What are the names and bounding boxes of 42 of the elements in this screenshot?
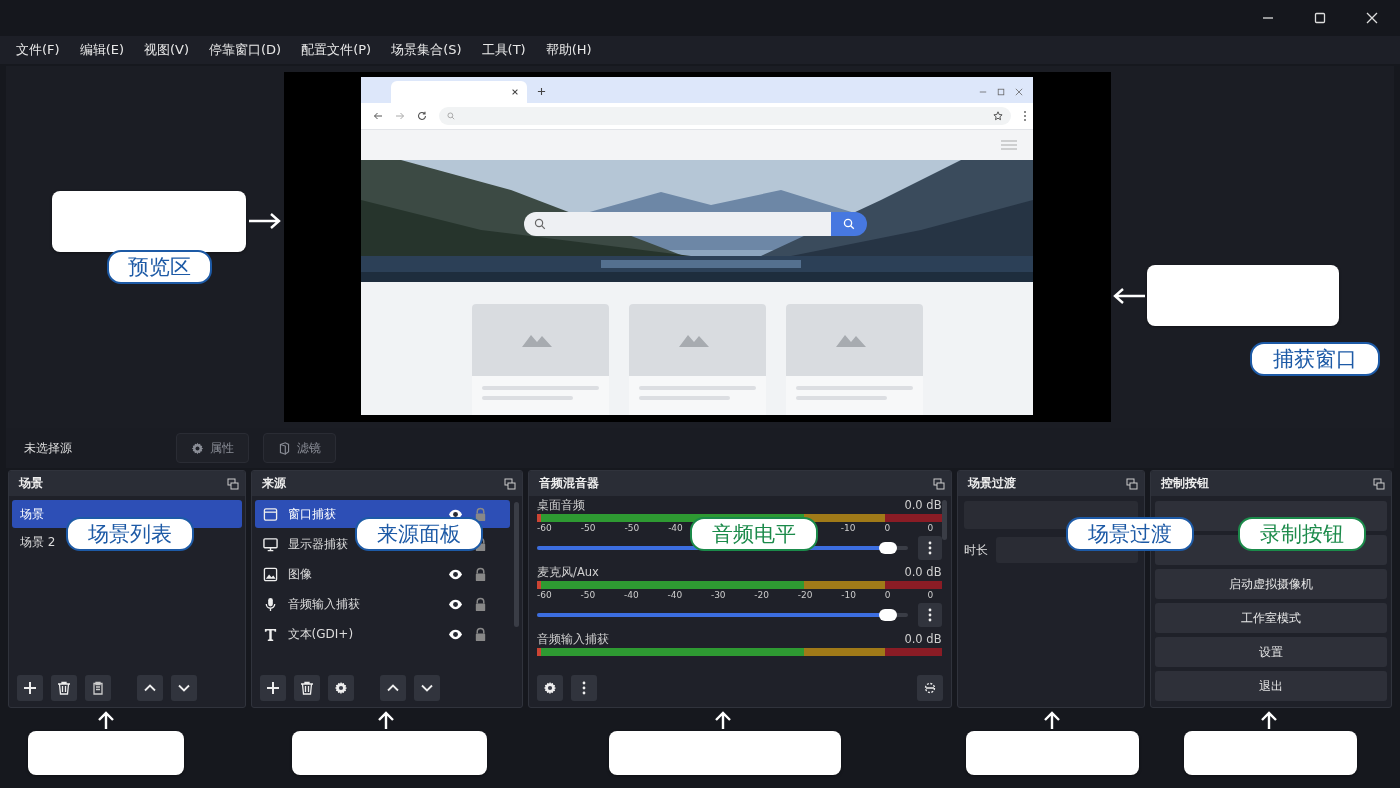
source-name: 窗口捕获 — [287, 505, 336, 523]
source-name: 文本(GDI+) — [287, 625, 354, 643]
scale-label: -10 — [840, 523, 856, 534]
channel-name: 桌面音频 — [537, 498, 585, 513]
scale-label: -50 — [624, 523, 640, 534]
scale-label: -30 — [710, 590, 726, 601]
scale-label: -20 — [754, 590, 770, 601]
scale-label: -60 — [537, 590, 552, 601]
scale-label: -40 — [668, 523, 683, 534]
panel-title: 场景过渡 — [967, 475, 1016, 492]
scale-label: 0 — [927, 590, 935, 601]
annotation-tooltip: 场景列表 — [66, 517, 194, 551]
annotation-tooltip: 预览区 — [107, 250, 212, 284]
scale-label: -40 — [667, 590, 683, 601]
annotation-tooltip: 捕获窗口 — [1250, 342, 1380, 376]
no-source-label: 未选择源 — [24, 439, 73, 457]
scale-label: -60 — [537, 523, 552, 534]
scale-label: -50 — [580, 523, 596, 534]
panel-title: 控制按钮 — [1161, 475, 1210, 492]
source-name: 图像 — [287, 565, 312, 583]
scale-label: 0 — [884, 523, 892, 534]
annotation-tooltip: 场景过渡 — [1066, 517, 1194, 551]
scale-label: 0 — [927, 523, 935, 534]
scale-label: -20 — [797, 590, 813, 601]
duration-label: 时长 — [963, 541, 988, 559]
scale-label: -40 — [623, 590, 639, 601]
volume-reading: 0.0 dB — [904, 498, 942, 513]
channel-name: 麦克风/Aux — [537, 565, 599, 580]
panel-title: 音频混音器 — [539, 475, 599, 492]
annotation-tooltip: 来源面板 — [355, 517, 483, 551]
annotation-tooltip: 录制按钮 — [1238, 517, 1366, 551]
annotation-tooltip: 音频电平 — [690, 517, 818, 551]
panel-title: 来源 — [261, 475, 286, 492]
scale-label: -10 — [841, 590, 856, 601]
panel-title: 场景 — [19, 475, 43, 492]
source-name: 显示器捕获 — [287, 535, 348, 553]
scale-label: 0 — [884, 590, 892, 601]
scale-label: -50 — [580, 590, 596, 601]
channel-name: 音频输入捕获 — [537, 632, 609, 647]
volume-reading: 0.0 dB — [904, 632, 942, 647]
source-name: 音频输入捕获 — [287, 595, 360, 613]
volume-reading: 0.0 dB — [904, 565, 942, 580]
